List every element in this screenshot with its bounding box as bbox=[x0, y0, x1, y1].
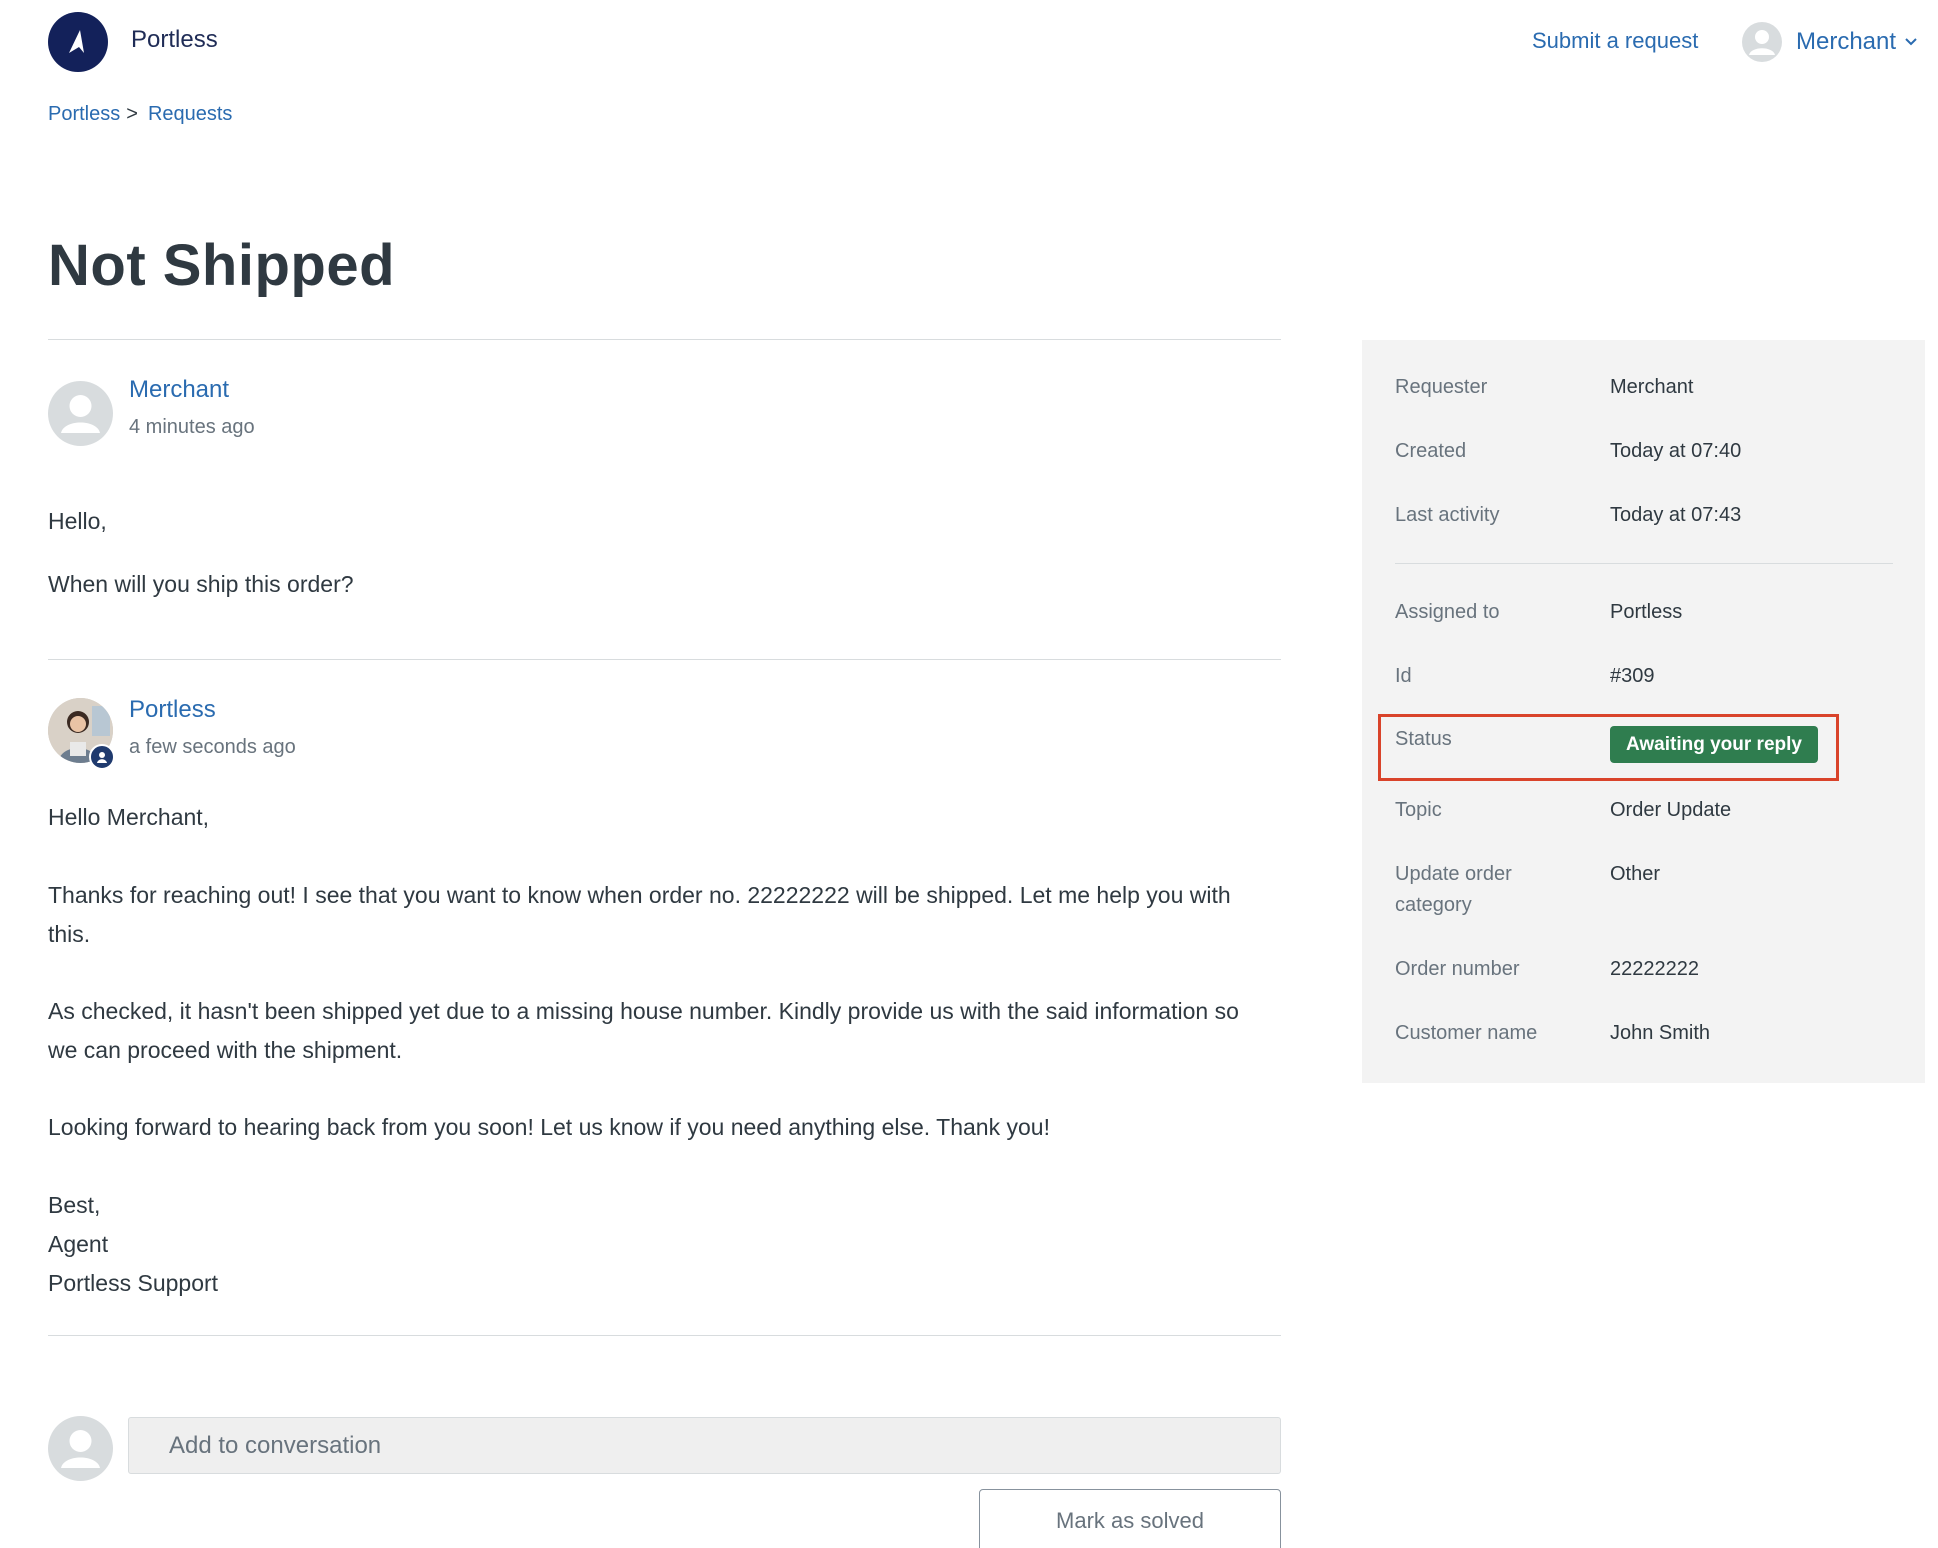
topic-label: Topic bbox=[1395, 799, 1442, 821]
user-avatar-icon bbox=[1742, 22, 1782, 62]
reply-avatar-icon bbox=[48, 1416, 113, 1481]
created-value: Today at 07:40 bbox=[1610, 440, 1742, 462]
assigned-label: Assigned to bbox=[1395, 601, 1500, 623]
divider bbox=[48, 339, 1281, 340]
status-badge: Awaiting your reply bbox=[1610, 726, 1818, 763]
breadcrumb-separator: > bbox=[126, 103, 138, 125]
comment-paragraph: Thanks for reaching out! I see that you … bbox=[48, 882, 1231, 947]
submit-request-link[interactable]: Submit a request bbox=[1532, 28, 1698, 54]
customer-name-label: Customer name bbox=[1395, 1022, 1538, 1044]
id-label: Id bbox=[1395, 665, 1412, 687]
comment-author[interactable]: Merchant bbox=[129, 376, 229, 404]
page-title: Not Shipped bbox=[48, 233, 396, 298]
requester-label: Requester bbox=[1395, 376, 1488, 398]
breadcrumb: Portless > Requests bbox=[48, 103, 232, 126]
order-number-label: Order number bbox=[1395, 958, 1520, 980]
chevron-down-icon bbox=[1904, 34, 1918, 52]
last-activity-value: Today at 07:43 bbox=[1610, 504, 1742, 526]
breadcrumb-requests[interactable]: Requests bbox=[148, 103, 233, 126]
category-value: Other bbox=[1610, 863, 1661, 885]
comment-paragraph: When will you ship this order? bbox=[48, 571, 354, 597]
comment-signoff: Best, bbox=[48, 1192, 101, 1218]
breadcrumb-home[interactable]: Portless bbox=[48, 103, 120, 126]
divider bbox=[48, 659, 1281, 660]
comment-paragraph: Hello, bbox=[48, 508, 107, 534]
requester-value: Merchant bbox=[1610, 376, 1694, 398]
comment-signoff: Portless Support bbox=[48, 1270, 219, 1296]
request-details-panel: Requester Merchant Created Today at 07:4… bbox=[1362, 340, 1925, 1083]
comment-signoff: Agent bbox=[48, 1231, 109, 1257]
mark-as-solved-button[interactable]: Mark as solved bbox=[979, 1489, 1281, 1548]
order-number-value: 22222222 bbox=[1610, 958, 1699, 980]
topic-value: Order Update bbox=[1610, 799, 1732, 821]
comment-timestamp: a few seconds ago bbox=[129, 736, 296, 758]
agent-user-icon bbox=[89, 744, 115, 770]
user-name: Merchant bbox=[1796, 28, 1897, 55]
user-menu[interactable]: Merchant bbox=[1742, 22, 1918, 62]
category-label-line1: Update order bbox=[1395, 863, 1512, 885]
status-label: Status bbox=[1395, 728, 1452, 750]
comment-timestamp: 4 minutes ago bbox=[129, 416, 255, 438]
comment-author[interactable]: Portless bbox=[129, 696, 216, 724]
customer-name-value: John Smith bbox=[1610, 1022, 1711, 1044]
comment-paragraph: Looking forward to hearing back from you… bbox=[48, 1114, 1050, 1140]
merchant-avatar-icon bbox=[48, 381, 113, 446]
details-divider bbox=[1395, 563, 1893, 564]
top-header: Portless Submit a request Merchant bbox=[0, 0, 1938, 84]
portless-logo-icon[interactable] bbox=[48, 12, 108, 72]
created-label: Created bbox=[1395, 440, 1467, 462]
last-activity-label: Last activity bbox=[1395, 504, 1500, 526]
brand-name[interactable]: Portless bbox=[131, 26, 218, 54]
category-label-line2: category bbox=[1395, 894, 1472, 916]
add-to-conversation-input[interactable] bbox=[128, 1417, 1281, 1474]
divider bbox=[48, 1335, 1281, 1336]
comment-paragraph: Hello Merchant, bbox=[48, 804, 210, 830]
assigned-value: Portless bbox=[1610, 601, 1683, 623]
comment-paragraph: As checked, it hasn't been shipped yet d… bbox=[48, 998, 1239, 1063]
id-value: #309 bbox=[1610, 665, 1655, 687]
